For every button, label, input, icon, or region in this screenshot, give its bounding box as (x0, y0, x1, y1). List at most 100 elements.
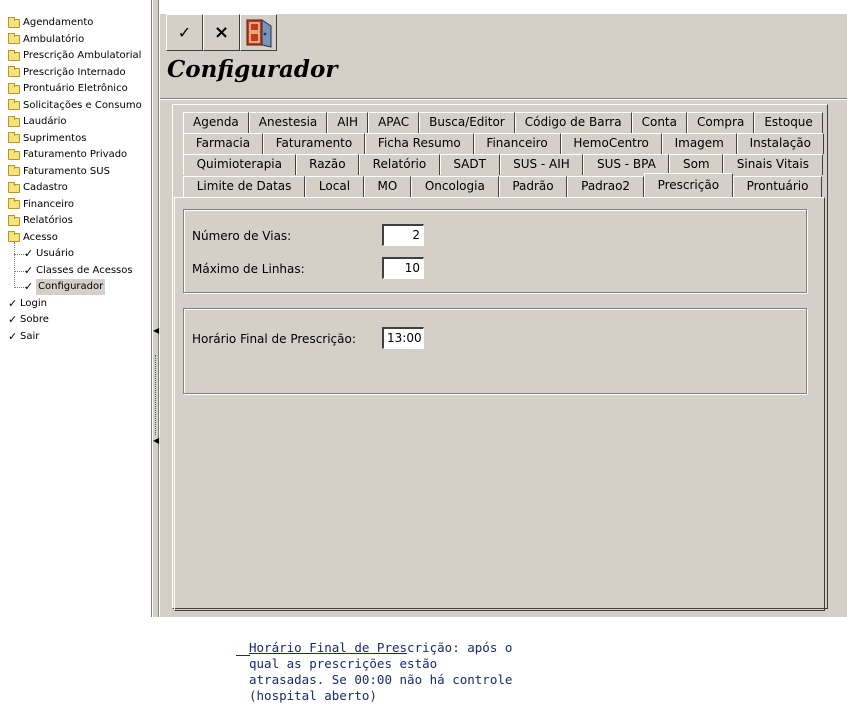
confirm-button[interactable]: ✓ (166, 14, 203, 51)
help-note: Horário Final de Prescrição: após o qual… (249, 640, 519, 704)
tab-sus-bpa[interactable]: SUS - BPA (583, 154, 670, 175)
tab-oncologia[interactable]: Oncologia (411, 176, 499, 197)
tab-limite-de-datas[interactable]: Limite de Datas (183, 176, 306, 197)
tree-item[interactable]: Prescrição Internado (8, 65, 126, 81)
tab-som[interactable]: Som (669, 154, 724, 175)
tree-item-label: Laudário (23, 116, 67, 127)
tree-item[interactable]: Suprimentos (8, 131, 86, 147)
tab-prescrição[interactable]: Prescrição (643, 173, 733, 197)
splitter-handle[interactable]: ◀ ◀ (152, 0, 159, 617)
tree-item-acesso-child[interactable]: ✓ Classes de Acessos (24, 263, 133, 279)
tab-busca-editor[interactable]: Busca/Editor (419, 112, 515, 133)
folder-icon (8, 82, 20, 94)
tree-item[interactable]: Cadastro (8, 180, 68, 196)
tab-padrão[interactable]: Padrão (498, 176, 568, 197)
horario-final-input[interactable]: 13:00 (382, 327, 424, 349)
tree-item[interactable]: Faturamento Privado (8, 147, 127, 163)
tab-row-1: Agenda Anestesia AIH APAC Busca/Editor Código… (183, 112, 823, 133)
tree-item-acesso-child[interactable]: ✓ Configurador (24, 279, 106, 295)
tree-item-label: Prontuário Eletrônico (23, 83, 128, 94)
tab-apac[interactable]: APAC (368, 112, 420, 133)
tree-item[interactable]: Prescrição Ambulatorial (8, 48, 141, 64)
cancel-button[interactable]: × (203, 14, 240, 51)
tree-item[interactable]: Acesso (8, 230, 58, 246)
tab-código-de-barra[interactable]: Código de Barra (514, 112, 632, 133)
tab-sinais-vitais[interactable]: Sinais Vitais (723, 154, 823, 175)
tree-connector (14, 242, 15, 286)
tree-item-label: Classes de Acessos (36, 264, 133, 276)
tab-mo[interactable]: MO (363, 176, 412, 197)
help-note-link[interactable]: Horário Final de Pres (249, 640, 407, 655)
tab-ficha-resumo[interactable]: Ficha Resumo (365, 133, 474, 154)
tree-item-label: Sobre (20, 314, 49, 325)
tab-page-prescricao: Número de Vias: 2 Máximo de Linhas: 10 H… (174, 197, 825, 611)
check-icon: ✓ (8, 296, 18, 310)
tree-item-label: Login (20, 297, 47, 309)
tab-conta[interactable]: Conta (631, 112, 687, 133)
tree-item[interactable]: ✓ Login (8, 296, 47, 312)
tab-agenda[interactable]: Agenda (183, 112, 249, 133)
tree-item-label: Usuário (36, 248, 75, 259)
tab-faturamento[interactable]: Faturamento (262, 133, 366, 154)
tree-item[interactable]: ✓ Sair (8, 329, 39, 345)
tree-item[interactable]: Solicitações e Consumo (8, 98, 142, 114)
tree-item-label: Prescrição Internado (23, 66, 126, 78)
tab-imagem[interactable]: Imagem (661, 133, 737, 154)
toolbar: ✓ × (166, 14, 277, 52)
folder-icon (8, 66, 20, 77)
horario-final-label: Horário Final de Prescrição: (192, 332, 356, 346)
exit-button[interactable] (240, 14, 277, 51)
folder-icon (8, 49, 20, 61)
tab-prontuário[interactable]: Prontuário (732, 176, 823, 197)
tree-item[interactable]: ✓ Sobre (8, 312, 49, 328)
maximo-linhas-input[interactable]: 10 (382, 257, 424, 279)
folder-open-icon (8, 231, 20, 242)
tab-quimioterapia[interactable]: Quimioterapia (183, 154, 296, 175)
tree-item-label: Configurador (36, 279, 106, 295)
tree-item-label: Suprimentos (23, 132, 87, 144)
tab-sus-aih[interactable]: SUS - AIH (499, 154, 584, 175)
check-icon: ✓ (24, 263, 34, 277)
tab-row-2: Farmacia Faturamento Ficha Resumo Financeir… (183, 133, 824, 154)
tab-estoque[interactable]: Estoque (754, 112, 823, 133)
folder-icon (8, 16, 20, 28)
navigation-tree: Agendamento Ambulatório Prescrição Ambulat… (0, 0, 152, 617)
tree-item[interactable]: Ambulatório (8, 32, 84, 48)
tab-instalação[interactable]: Instalação (736, 133, 824, 154)
tab-compra[interactable]: Compra (686, 112, 755, 133)
tab-anestesia[interactable]: Anestesia (248, 112, 328, 133)
tab-sadt[interactable]: SADT (439, 154, 500, 175)
tree-item[interactable]: Prontuário Eletrônico (8, 81, 128, 97)
tree-item-label: Cadastro (23, 182, 68, 193)
tree-item[interactable]: Financeiro (8, 197, 74, 213)
tab-local[interactable]: Local (305, 176, 364, 197)
tree-item-acesso-child[interactable]: ✓ Usuário (24, 246, 74, 262)
folder-icon (8, 33, 20, 44)
tab-razão[interactable]: Razão (295, 154, 360, 175)
collapse-arrow-icon[interactable]: ◀ (153, 326, 159, 335)
tree-item-label: Prescrição Ambulatorial (23, 50, 142, 61)
check-icon: ✓ (177, 23, 192, 42)
tab-row-3: Quimioterapia Razão Relatório SADT SUS - AIH… (183, 154, 823, 175)
tree-item[interactable]: Laudário (8, 114, 67, 130)
numero-vias-label: Número de Vias: (192, 229, 292, 243)
close-icon: × (213, 22, 230, 43)
tab-financeiro[interactable]: Financeiro (473, 133, 561, 154)
folder-icon (8, 165, 20, 176)
numero-vias-input[interactable]: 2 (382, 224, 424, 246)
tree-item[interactable]: Faturamento SUS (8, 164, 110, 180)
collapse-arrow-icon[interactable]: ◀ (153, 436, 159, 445)
tab-hemocentro[interactable]: HemoCentro (560, 133, 662, 154)
tree-item[interactable]: Agendamento (8, 15, 93, 31)
folder-icon (8, 181, 20, 193)
form-title: Configurador (167, 56, 338, 83)
tab-aih[interactable]: AIH (327, 112, 369, 133)
tree-item-label: Agendamento (23, 17, 94, 28)
tree-item-label: Financeiro (23, 198, 75, 210)
tab-farmacia[interactable]: Farmacia (183, 133, 263, 154)
folder-icon (8, 148, 20, 160)
tab-relatório[interactable]: Relatório (359, 154, 440, 175)
check-icon: ✓ (24, 280, 34, 293)
tab-padrao2[interactable]: Padrao2 (567, 176, 644, 197)
tree-item[interactable]: Relatórios (8, 213, 73, 229)
